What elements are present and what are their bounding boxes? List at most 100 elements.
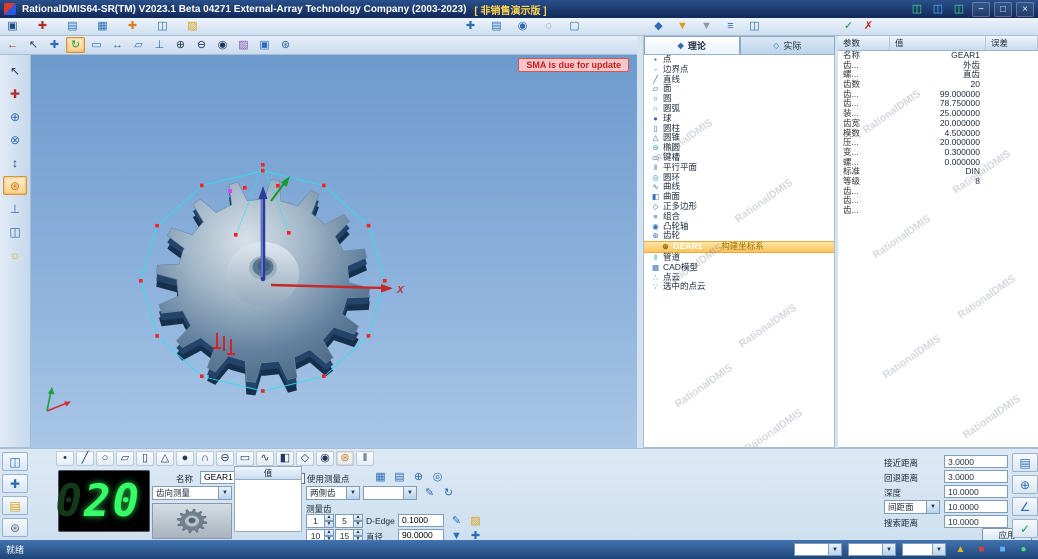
tree-item-selected-point-cloud[interactable]: ∵ 选中的点云 <box>644 282 834 292</box>
close-button[interactable]: × <box>1016 1 1034 17</box>
update-notice[interactable]: SMA is due for update <box>518 58 629 72</box>
main-viewport[interactable]: X SMA is due for update <box>31 55 637 448</box>
tree-item-gear[interactable]: ⊛ 齿轮 <box>644 231 834 241</box>
stepper-arrows[interactable]: ▲ ▼ <box>324 514 334 528</box>
param-row[interactable]: 标准 DIN <box>838 167 1038 177</box>
open-program-icon[interactable]: ▤ <box>64 19 81 34</box>
sphere-feature-icon[interactable]: ● <box>176 451 194 466</box>
tooth-count-stepper[interactable]: 5 ▲ ▼ <box>335 514 363 528</box>
tab-theoretical[interactable]: ◆ 理论 <box>644 36 740 54</box>
target-small-icon[interactable]: ◎ <box>429 470 446 485</box>
chevron-down-icon[interactable]: ▼ <box>346 486 360 500</box>
chevron-down-icon[interactable]: ▼ <box>926 500 940 514</box>
tools-icon[interactable]: ✚ <box>124 19 141 34</box>
param-row[interactable]: 齿... 99.000000 <box>838 89 1038 100</box>
alignment-icon[interactable]: ⊥ <box>3 199 27 218</box>
angle-combo[interactable]: 角度 ▼ <box>848 543 896 556</box>
pan-icon[interactable]: ✚ <box>45 37 64 53</box>
viewport-tree-splitter[interactable] <box>637 36 644 448</box>
maximize-button[interactable]: □ <box>994 1 1012 17</box>
line-feature-icon[interactable]: ╱ <box>76 451 94 466</box>
shield-icon[interactable]: ◆ <box>650 19 667 34</box>
cube-view-icon[interactable]: ◫ <box>3 222 27 241</box>
curve-feature-icon[interactable]: ∿ <box>256 451 274 466</box>
manual-move-icon[interactable]: ↕ <box>3 153 27 172</box>
zoom-out-icon[interactable]: ⊖ <box>192 37 211 53</box>
probe-status-icon[interactable]: ■ <box>973 543 990 556</box>
probe-file-icon[interactable]: ✚ <box>34 19 51 34</box>
cylinder-feature-icon[interactable]: ▯ <box>136 451 154 466</box>
window-menu-icon[interactable]: ▣ <box>4 19 21 34</box>
point-feature-icon[interactable]: • <box>56 451 74 466</box>
pick-side-icon[interactable]: ✎ <box>421 486 438 501</box>
depth-input[interactable]: 10.0000 <box>944 485 1008 498</box>
folder-icon[interactable]: ▨ <box>184 19 201 34</box>
save-result-icon[interactable]: ▤ <box>1012 453 1038 472</box>
param-row[interactable]: 齿... <box>838 205 1038 216</box>
tree-item-line[interactable]: ╱ 直线 <box>644 74 834 85</box>
snapshot-icon[interactable]: ▣ <box>255 37 274 53</box>
back-icon[interactable]: ← <box>3 37 22 53</box>
cam-feature-icon[interactable]: ◉ <box>316 451 334 466</box>
plane-feature-icon[interactable]: ▱ <box>116 451 134 466</box>
strategy-combo[interactable]: ▼ <box>363 486 417 500</box>
panel-window-icon[interactable]: ◫ <box>746 19 763 34</box>
approach-distance-input[interactable]: 3.0000 <box>944 455 1008 468</box>
param-row[interactable]: 变... 0.300000 <box>838 147 1038 158</box>
flip-dedge-icon[interactable]: ▨ <box>467 514 484 529</box>
link-small-icon[interactable]: ⊕ <box>410 470 427 485</box>
pointer-tool-icon[interactable]: ↖ <box>3 61 27 80</box>
minimize-button[interactable]: − <box>972 1 990 17</box>
ellipse-feature-icon[interactable]: ⊖ <box>216 451 234 466</box>
gear-tool-icon[interactable]: ⊛ <box>3 176 27 195</box>
chevron-down-icon[interactable]: ▼ <box>932 543 946 556</box>
render-mode-icon[interactable]: ▨ <box>234 37 253 53</box>
spacing-plane-combo[interactable]: 间距面 ▼ <box>884 500 940 514</box>
tooth-side-combo[interactable]: 两侧齿 ▼ <box>306 486 360 500</box>
param-row[interactable]: 齿... 外齿 <box>838 60 1038 71</box>
value-list-panel[interactable]: 值 <box>234 466 302 532</box>
probe-setup-icon[interactable]: ✚ <box>462 19 479 34</box>
report-panel-icon[interactable]: ▤ <box>2 496 28 515</box>
probe-x-icon[interactable]: ⊗ <box>3 130 27 149</box>
confirm-icon[interactable]: ✓ <box>1012 519 1038 538</box>
zoom-result-icon[interactable]: ⊕ <box>1012 475 1038 494</box>
dro-panel-icon[interactable]: ◫ <box>2 452 28 471</box>
polygon-feature-icon[interactable]: ◇ <box>296 451 314 466</box>
coordinate-combo[interactable]: Cart ▼ <box>902 543 946 556</box>
param-row[interactable]: 螺... 直齿 <box>838 70 1038 80</box>
mail-small-icon[interactable]: ▤ <box>391 470 408 485</box>
funnel-yellow-icon[interactable]: ▼ <box>674 19 691 34</box>
remote-connect-icon[interactable]: ◫ <box>908 2 926 16</box>
stepper-arrows[interactable]: ▲ ▼ <box>353 514 363 528</box>
param-row[interactable]: 齿... <box>838 196 1038 206</box>
rotate-icon[interactable]: ↻ <box>66 37 85 53</box>
tree-item-arc[interactable]: ∩ 圆弧 <box>644 103 834 114</box>
param-row[interactable]: 螺... 0.000000 <box>838 157 1038 168</box>
slot-feature-icon[interactable]: ▭ <box>236 451 254 466</box>
start-tooth-stepper[interactable]: 1 ▲ ▼ <box>306 514 334 528</box>
cone-feature-icon[interactable]: △ <box>156 451 174 466</box>
param-row[interactable]: 名称 GEAR1 <box>838 50 1038 61</box>
zoom-box-icon[interactable]: ▭ <box>87 37 106 53</box>
dedge-input[interactable] <box>398 514 444 527</box>
gear-feature-icon[interactable]: ⊛ <box>336 451 354 466</box>
save-program-icon[interactable]: ▦ <box>94 19 111 34</box>
probe-panel-icon[interactable]: ✚ <box>2 474 28 493</box>
param-row[interactable]: 装... 25.000000 <box>838 108 1038 119</box>
eye-icon[interactable]: ◉ <box>514 19 531 34</box>
list-icon[interactable]: ≡ <box>722 19 739 34</box>
machine-status-icon[interactable]: ■ <box>994 543 1011 556</box>
camera-icon[interactable]: ◉ <box>213 37 232 53</box>
chevron-down-icon[interactable]: ▼ <box>882 543 896 556</box>
retract-distance-input[interactable]: 3.0000 <box>944 470 1008 483</box>
window2-icon[interactable]: ▢ <box>566 19 583 34</box>
support-desk-icon[interactable]: ◫ <box>950 2 968 16</box>
param-row[interactable]: 齿数 20 <box>838 79 1038 90</box>
angle-measure-icon[interactable]: ∠ <box>1012 497 1038 516</box>
fit-view-icon[interactable]: ↔ <box>108 37 127 53</box>
warning-status-icon[interactable]: ▲ <box>952 543 969 556</box>
search-distance-input[interactable]: 10.0000 <box>944 515 1008 528</box>
clear-filter-icon[interactable]: ✗ <box>860 19 877 34</box>
funnel-gray-icon[interactable]: ▼ <box>698 19 715 34</box>
